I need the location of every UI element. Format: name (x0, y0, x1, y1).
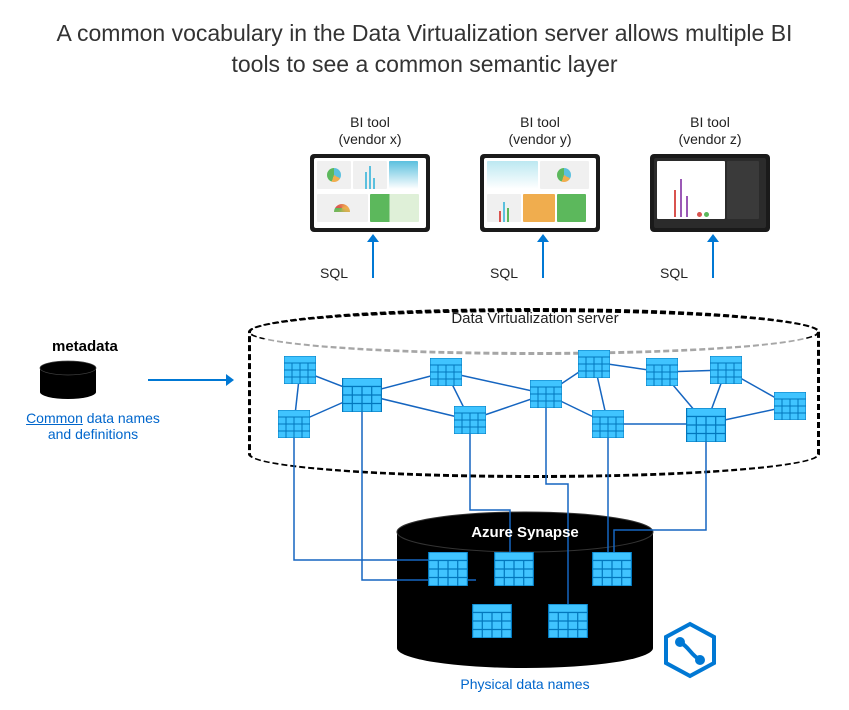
synapse-label: Azure Synapse (395, 524, 655, 541)
physical-table-icon (428, 552, 468, 586)
virtual-table-icon (530, 380, 562, 408)
virtual-table-icon (342, 378, 382, 412)
virtual-table-icon (454, 406, 486, 434)
dv-server-label: Data Virtualization server (420, 310, 650, 327)
virtual-table-icon (284, 356, 316, 384)
virtual-table-icon (646, 358, 678, 386)
virtual-table-icon (278, 410, 310, 438)
virtual-table-icon (430, 358, 462, 386)
virtual-table-icon (578, 350, 610, 378)
physical-table-icon (548, 604, 588, 638)
network-connectors (0, 0, 849, 710)
physical-table-icon (592, 552, 632, 586)
virtual-table-icon (710, 356, 742, 384)
physical-table-icon (472, 604, 512, 638)
virtual-table-icon (686, 408, 726, 442)
virtual-table-icon (774, 392, 806, 420)
virtual-table-icon (592, 410, 624, 438)
physical-table-icon (494, 552, 534, 586)
